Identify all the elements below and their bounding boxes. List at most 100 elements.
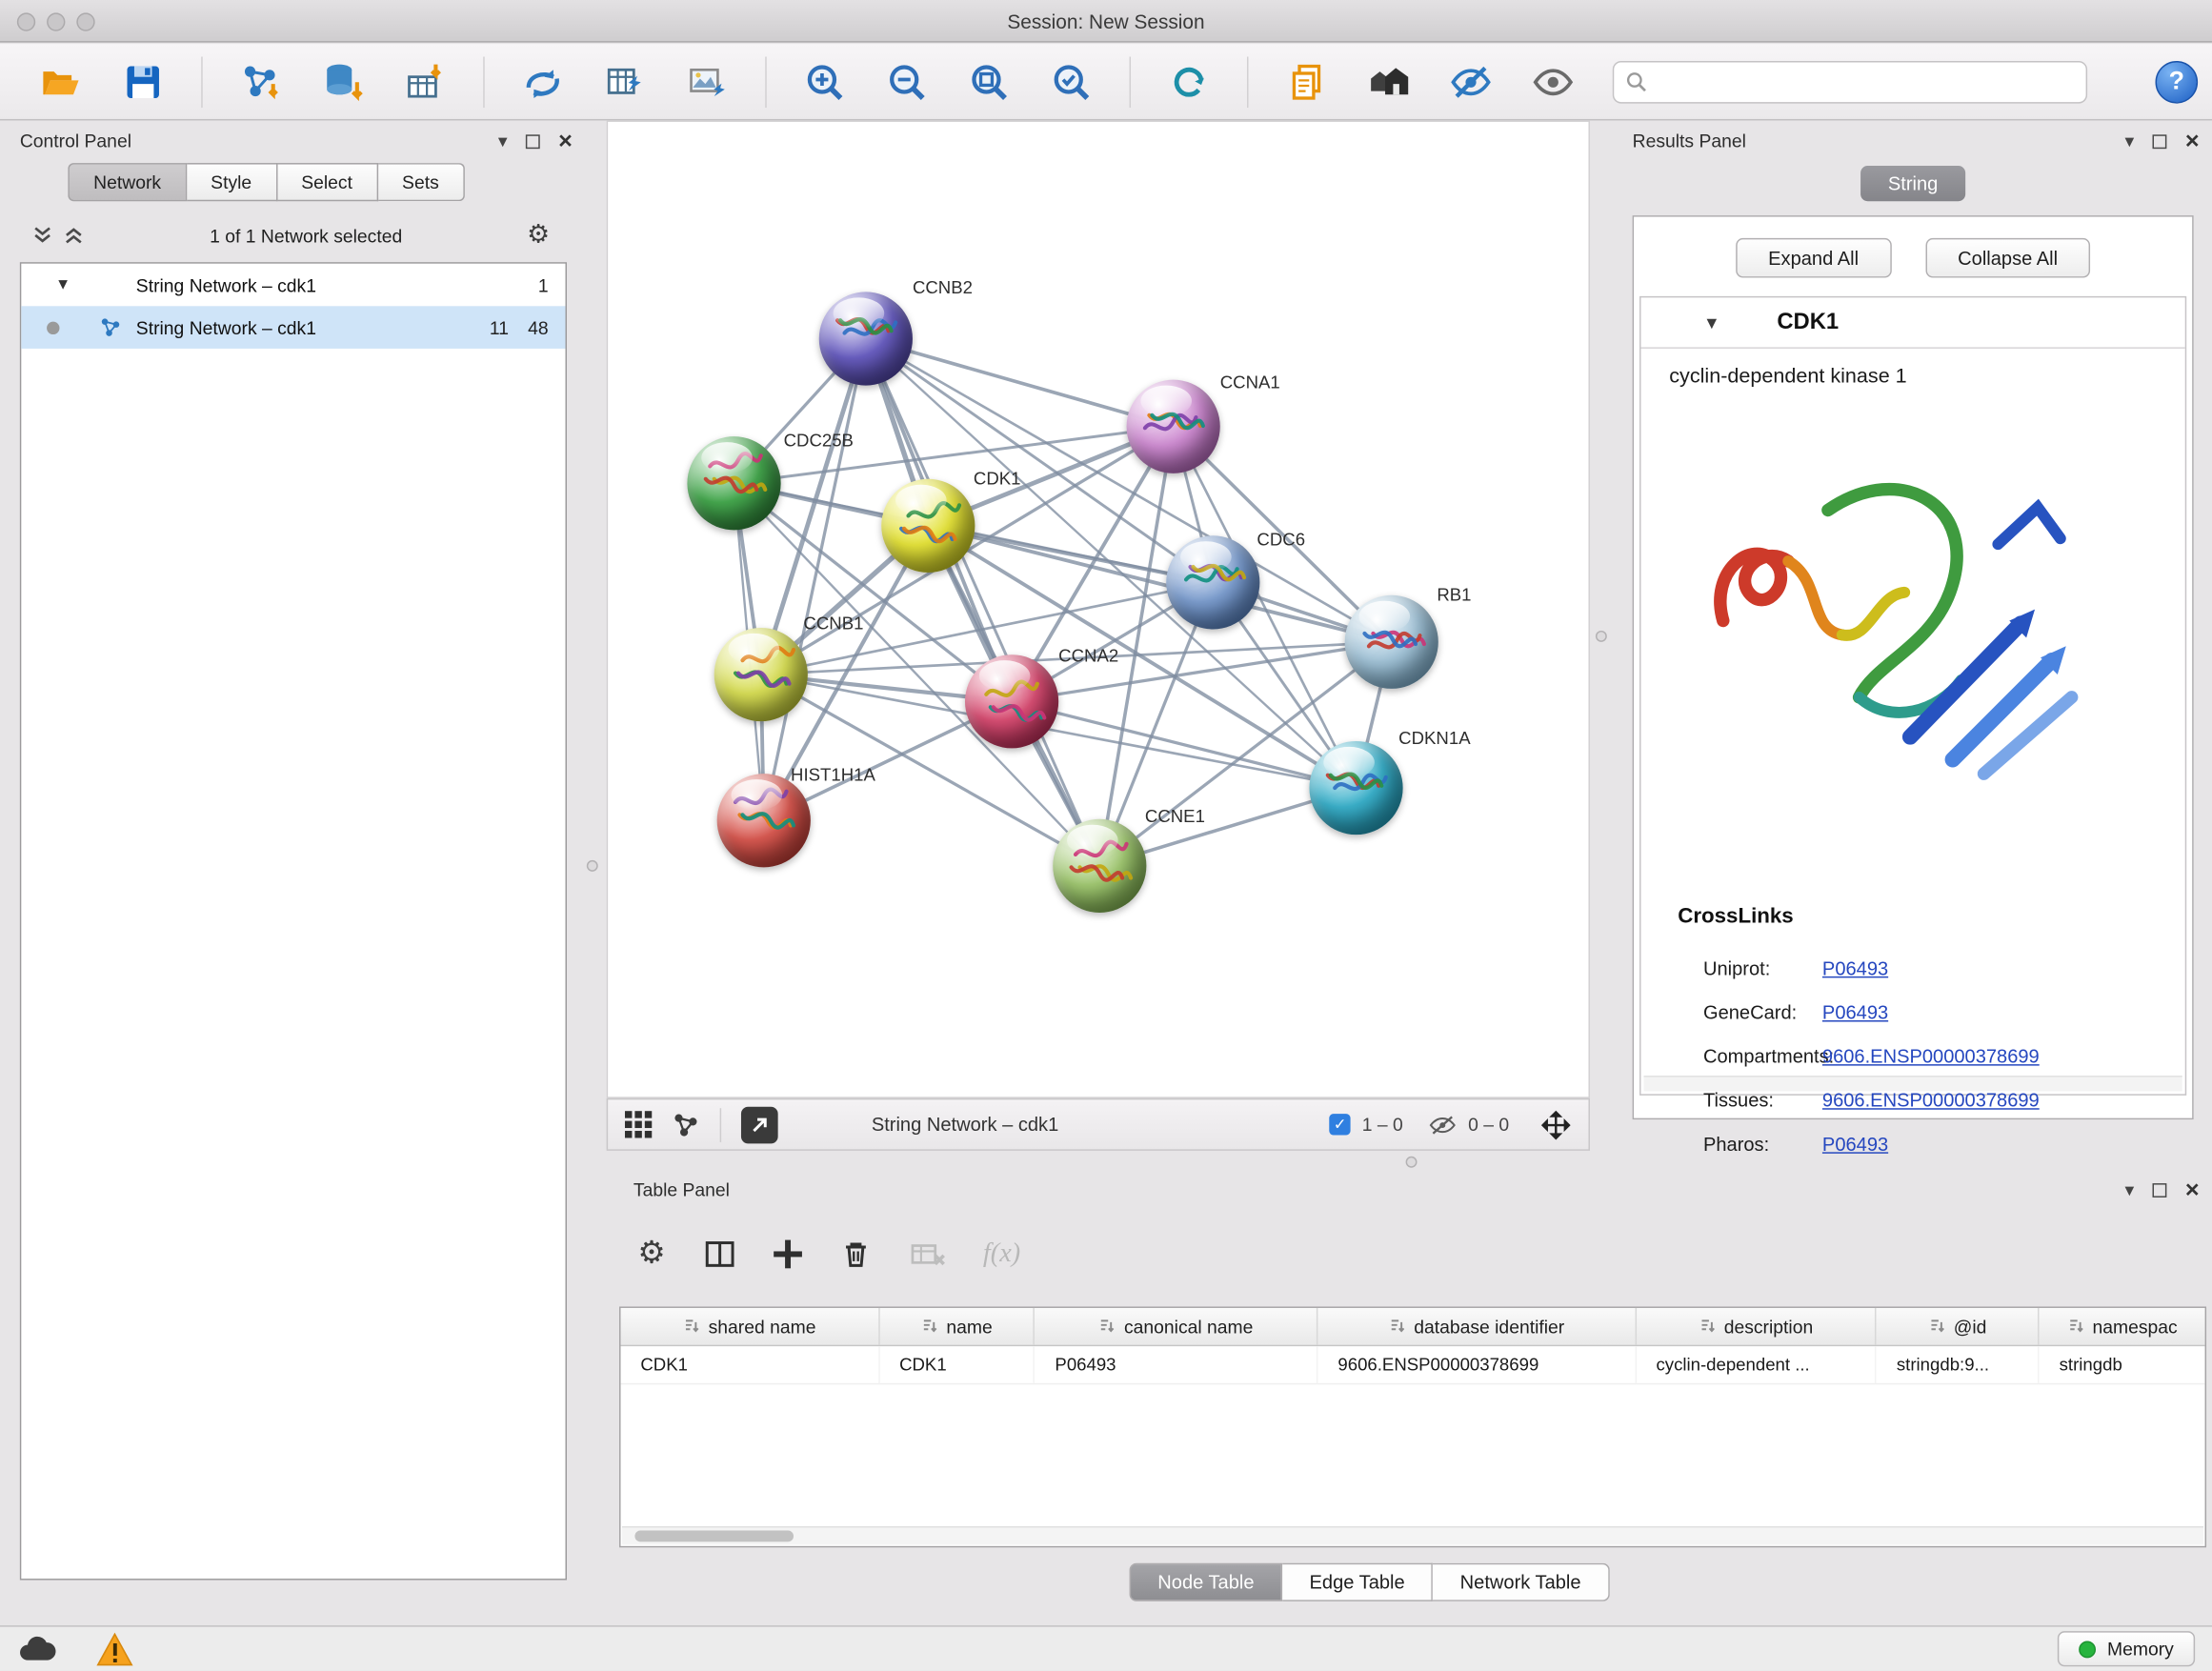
results-tab-string[interactable]: String [1860, 166, 1965, 201]
network-edge[interactable] [764, 339, 866, 821]
crosslink-pharos-link[interactable]: P06493 [1822, 1134, 1888, 1155]
results-panel-maximize-icon[interactable] [2153, 134, 2167, 149]
memory-button[interactable]: Memory [2058, 1631, 2195, 1666]
import-network-button[interactable] [236, 57, 285, 106]
crosslink-compartments-link[interactable]: 9606.ENSP00000378699 [1822, 1046, 2040, 1067]
network-node-CCNA1[interactable] [1127, 380, 1220, 473]
trash-icon[interactable] [838, 1238, 873, 1272]
network-edge[interactable] [866, 339, 1099, 866]
results-horizontal-scrollbar[interactable] [1644, 1076, 2182, 1091]
vertical-splitter-handle[interactable] [587, 860, 598, 872]
cell-name[interactable]: CDK1 [879, 1346, 1035, 1383]
table-panel-close-icon[interactable]: × [2185, 1178, 2200, 1201]
import-table-button[interactable] [401, 57, 450, 106]
column-header-description[interactable]: description [1637, 1308, 1877, 1345]
export-table-button[interactable] [601, 57, 650, 106]
column-header-canonical-name[interactable]: canonical name [1036, 1308, 1318, 1345]
control-panel-maximize-icon[interactable] [526, 134, 540, 149]
disclosure-triangle-icon[interactable]: ▼ [55, 276, 70, 293]
show-columns-icon[interactable] [702, 1238, 736, 1272]
results-panel-float-icon[interactable]: ▾ [2125, 131, 2135, 150]
expand-all-icon[interactable] [62, 224, 85, 247]
cloud-icon[interactable] [17, 1633, 60, 1664]
zoom-in-button[interactable] [800, 57, 849, 106]
tab-style[interactable]: Style [187, 163, 277, 201]
network-row[interactable]: String Network – cdk1 11 48 [21, 306, 565, 349]
cell-canonical-name[interactable]: P06493 [1036, 1346, 1318, 1383]
collapse-all-icon[interactable] [31, 224, 54, 247]
cell-id[interactable]: stringdb:9... [1877, 1346, 2040, 1383]
refresh-button[interactable] [1165, 57, 1214, 106]
column-header-shared-name[interactable]: shared name [621, 1308, 880, 1345]
horizontal-splitter-handle[interactable] [1406, 1157, 1418, 1168]
network-node-CDK1[interactable] [881, 479, 975, 573]
column-header-database-identifier[interactable]: database identifier [1318, 1308, 1637, 1345]
tab-edge-table[interactable]: Edge Table [1282, 1563, 1433, 1601]
zoom-fit-button[interactable] [965, 57, 1014, 106]
import-database-button[interactable] [319, 57, 368, 106]
show-all-button[interactable] [1529, 57, 1578, 106]
export-image-button[interactable] [683, 57, 732, 106]
add-column-icon[interactable] [774, 1240, 802, 1269]
crosslink-genecard-link[interactable]: P06493 [1822, 1002, 1888, 1023]
network-node-CCNE1[interactable] [1053, 819, 1146, 913]
help-button[interactable]: ? [2155, 60, 2198, 103]
gear-icon[interactable]: ⚙ [527, 223, 550, 249]
tab-select[interactable]: Select [277, 163, 378, 201]
scrollbar-thumb[interactable] [634, 1531, 794, 1542]
collapse-all-button[interactable]: Collapse All [1925, 238, 2090, 278]
control-panel-close-icon[interactable]: × [558, 129, 573, 152]
column-header-id[interactable]: @id [1877, 1308, 2040, 1345]
tab-network[interactable]: Network [68, 163, 186, 201]
table-panel-maximize-icon[interactable] [2153, 1182, 2167, 1197]
network-edge[interactable] [866, 339, 1174, 427]
open-in-new-window-button[interactable] [741, 1106, 778, 1143]
home-button[interactable] [1364, 57, 1413, 106]
entry-disclosure-icon[interactable]: ▼ [1703, 312, 1720, 332]
column-header-name[interactable]: name [879, 1308, 1035, 1345]
table-row[interactable]: CDK1 CDK1 P06493 9606.ENSP00000378699 cy… [621, 1346, 2205, 1384]
network-edge[interactable] [928, 526, 1391, 642]
minimize-window-button[interactable] [47, 12, 65, 30]
maximize-window-button[interactable] [76, 12, 94, 30]
results-panel-close-icon[interactable]: × [2185, 129, 2200, 152]
vertical-splitter-handle[interactable] [1596, 631, 1607, 642]
network-node-CCNA2[interactable] [965, 654, 1058, 748]
cell-namespace[interactable]: stringdb [2040, 1346, 2205, 1383]
tab-network-table[interactable]: Network Table [1433, 1563, 1609, 1601]
warning-icon[interactable] [96, 1632, 133, 1666]
table-horizontal-scrollbar[interactable] [622, 1526, 2203, 1544]
crosslink-uniprot-link[interactable]: P06493 [1822, 958, 1888, 979]
cell-description[interactable]: cyclin-dependent ... [1637, 1346, 1877, 1383]
network-node-CDC25B[interactable] [687, 436, 780, 530]
network-node-HIST1H1A[interactable] [717, 774, 811, 867]
cell-shared-name[interactable]: CDK1 [621, 1346, 880, 1383]
network-collection-row[interactable]: ▼ String Network – cdk1 1 [21, 264, 565, 307]
network-node-CDC6[interactable] [1166, 535, 1259, 629]
network-canvas[interactable]: CCNB2CCNA1CDC25BCDK1CDC6RB1CCNB1CCNA2CDK… [607, 120, 1590, 1097]
table-panel-float-icon[interactable]: ▾ [2125, 1180, 2135, 1198]
save-session-button[interactable] [119, 57, 168, 106]
cell-database-identifier[interactable]: 9606.ENSP00000378699 [1318, 1346, 1637, 1383]
table-settings-gear-icon[interactable]: ⚙ [637, 1238, 665, 1270]
selected-checkbox-icon[interactable]: ✓ [1330, 1114, 1351, 1135]
cdk1-entry-header[interactable]: ▼ CDK1 [1641, 297, 2185, 349]
network-node-RB1[interactable] [1345, 595, 1438, 689]
expand-all-button[interactable]: Expand All [1736, 238, 1891, 278]
crosslink-tissues-link[interactable]: 9606.ENSP00000378699 [1822, 1090, 2040, 1111]
close-window-button[interactable] [17, 12, 35, 30]
network-node-CDKN1A[interactable] [1309, 741, 1402, 835]
open-session-button[interactable] [37, 57, 86, 106]
pan-move-icon[interactable] [1540, 1109, 1572, 1140]
grid-view-icon[interactable] [625, 1111, 652, 1137]
hide-selected-button[interactable] [1447, 57, 1496, 106]
network-node-CCNB1[interactable] [714, 628, 808, 721]
network-overview-icon[interactable] [672, 1110, 700, 1138]
copy-button[interactable] [1282, 57, 1331, 106]
zoom-out-button[interactable] [883, 57, 932, 106]
zoom-selected-button[interactable] [1047, 57, 1096, 106]
network-node-CCNB2[interactable] [819, 292, 913, 385]
column-header-namespace[interactable]: namespac [2040, 1308, 2205, 1345]
tab-node-table[interactable]: Node Table [1130, 1563, 1283, 1601]
tab-sets[interactable]: Sets [378, 163, 465, 201]
